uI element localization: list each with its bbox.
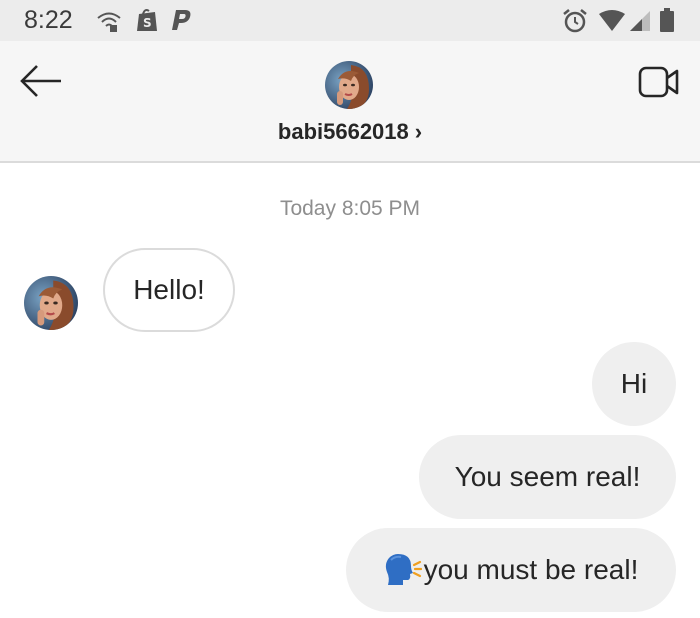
cell-signal-icon (630, 11, 650, 31)
status-bar: 8:22 S (0, 0, 700, 41)
paypal-icon (172, 10, 191, 30)
speaking-head-icon (385, 553, 422, 585)
signal-icon (599, 10, 625, 31)
svg-text:S: S (143, 16, 152, 30)
message-text: You seem real! (454, 461, 641, 492)
thread-timestamp: Today 8:05 PM (279, 197, 421, 220)
status-time: 8:22 (24, 6, 73, 34)
shopify-bag-icon: S (137, 9, 157, 31)
message-bubble-incoming[interactable]: Hello! (103, 248, 235, 332)
sender-avatar[interactable] (24, 276, 78, 330)
message-text: you must be real! (423, 554, 639, 585)
username: babi5662018 (277, 119, 409, 144)
message-bubble-outgoing[interactable]: you must be real! (346, 528, 676, 612)
wifi-question-icon (97, 12, 121, 32)
message-bubble-outgoing[interactable]: You seem real! (419, 435, 676, 519)
chevron-right-icon: › (414, 119, 423, 144)
battery-icon (660, 8, 674, 32)
message-text: Hi (620, 368, 648, 399)
username-link[interactable]: babi5662018 › (0, 119, 700, 145)
avatar[interactable] (325, 61, 373, 109)
message-text: Hello! (133, 274, 205, 305)
message-bubble-outgoing[interactable]: Hi (592, 342, 676, 426)
thread-header: babi5662018 › (0, 41, 700, 163)
alarm-icon (563, 9, 587, 33)
video-call-icon[interactable] (636, 63, 682, 101)
back-arrow-icon[interactable] (18, 61, 64, 101)
